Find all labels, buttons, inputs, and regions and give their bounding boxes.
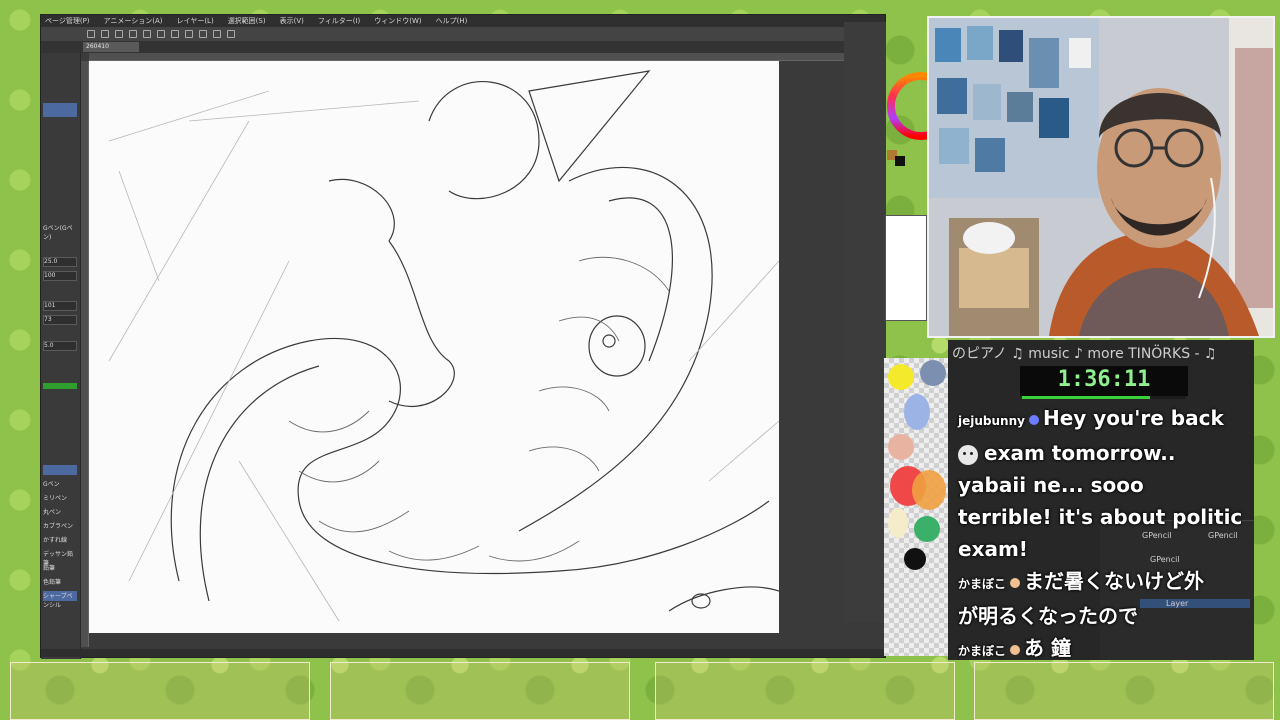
selected-subtool-group[interactable]: [43, 103, 77, 117]
transform-icon[interactable]: [185, 30, 193, 38]
color-slider[interactable]: [43, 383, 77, 389]
menu-bar: ページ管理(P) アニメーション(A) レイヤー(L) 選択範囲(S) 表示(V…: [41, 15, 885, 27]
chat-text: まだ暑くないけど外: [1024, 569, 1205, 593]
now-playing-ticker: のピアノ ♫ music ♪ more TINÖRKS - ♫: [952, 346, 1217, 362]
color-swatch[interactable]: [914, 516, 940, 542]
chat-text: が明るくなったので: [958, 604, 1138, 628]
chat-username: jejubunny: [958, 414, 1025, 428]
subtool-item[interactable]: 色鉛筆: [43, 577, 77, 587]
canvas-area[interactable]: [89, 61, 885, 651]
menu-animation[interactable]: アニメーション(A): [104, 16, 163, 26]
chat-text: yabaii ne... sooo: [958, 473, 1144, 497]
document-tabs: 260410: [41, 41, 885, 53]
chat-message: exam tomorrow..: [958, 437, 1254, 469]
subtool-item[interactable]: ミリペン: [43, 493, 77, 503]
stream-timer: 1:36:11: [1020, 366, 1188, 396]
chat-text: exam!: [958, 537, 1028, 561]
snap-icon[interactable]: [213, 30, 221, 38]
menu-window[interactable]: ウィンドウ(W): [374, 16, 421, 26]
brush-size-field[interactable]: 25.0: [43, 257, 77, 267]
color-swatch[interactable]: [904, 548, 926, 570]
chat-message: かまぼこ まだ暑くないけど外: [958, 565, 1254, 600]
color-swatch[interactable]: [920, 360, 946, 386]
chat-message: exam!: [958, 533, 1254, 565]
webcam-image: [929, 18, 1273, 336]
command-bar: [41, 27, 885, 41]
menu-layer[interactable]: レイヤー(L): [177, 16, 214, 26]
menu-filter[interactable]: フィルター(I): [318, 16, 360, 26]
vertical-ruler: [81, 61, 89, 647]
webcam-feed: [927, 16, 1275, 338]
brush-label: Gペン(Gペン): [43, 225, 73, 241]
subtool-item-selected[interactable]: シャープペンシル: [43, 591, 77, 609]
subtool-item[interactable]: デッサン鉛筆: [43, 549, 77, 567]
snap-special-icon[interactable]: [227, 30, 235, 38]
tool-property-panel: Gペン(Gペン) 25.0 100 5.0 101 73 Gペン ミリペン 丸ペ…: [41, 53, 81, 659]
timer-progress-fill: [1022, 396, 1150, 399]
chat-text: Hey you're back: [1042, 406, 1224, 430]
bottom-frame: [10, 662, 310, 720]
opacity-field[interactable]: 100: [43, 271, 77, 281]
stabilization-field[interactable]: 5.0: [43, 341, 77, 351]
chat-message: terrible! it's about politic: [958, 501, 1254, 533]
subtool-item[interactable]: 鉛筆: [43, 563, 77, 573]
user-badge-icon: [1010, 644, 1021, 655]
bottom-frame: [974, 662, 1274, 720]
user-badge-icon: [1028, 414, 1039, 425]
color-wheel-icon[interactable]: [885, 64, 929, 172]
chat-messages: jejubunny Hey you're back exam tomorrow..…: [958, 402, 1254, 667]
chat-username: かまぼこ: [958, 577, 1007, 591]
subtool-list-header: [43, 465, 77, 475]
ruler-icon[interactable]: [199, 30, 207, 38]
document-tab[interactable]: 260410: [83, 42, 139, 52]
density-field[interactable]: 101: [43, 301, 77, 311]
subtool-item[interactable]: 丸ペン: [43, 507, 77, 517]
color-swatch[interactable]: [888, 508, 908, 538]
chat-text: exam tomorrow..: [984, 441, 1176, 465]
bottom-frame: [330, 662, 630, 720]
smile-emote-icon: [958, 444, 978, 465]
menu-help[interactable]: ヘルプ(H): [436, 16, 468, 26]
navigator-preview[interactable]: [885, 215, 927, 321]
anti-alias-field[interactable]: 73: [43, 315, 77, 325]
new-icon[interactable]: [87, 30, 95, 38]
bottom-frame: [655, 662, 955, 720]
pencil-sketch: [108, 70, 780, 622]
drawing-canvas[interactable]: [89, 61, 780, 633]
subtool-item[interactable]: かすれ線: [43, 535, 77, 545]
chat-username: かまぼこ: [958, 644, 1007, 658]
status-bar: [41, 649, 885, 657]
stream-scene: ページ管理(P) アニメーション(A) レイヤー(L) 選択範囲(S) 表示(V…: [0, 0, 1280, 720]
menu-view[interactable]: 表示(V): [280, 16, 304, 26]
fill-icon[interactable]: [171, 30, 179, 38]
subtool-item[interactable]: Gペン: [43, 479, 77, 489]
user-badge-icon: [1010, 577, 1021, 588]
menu-page[interactable]: ページ管理(P): [45, 16, 90, 26]
chat-text: terrible! it's about politic: [958, 505, 1243, 529]
settings-icon[interactable]: [157, 30, 165, 38]
subtool-item[interactable]: カブラペン: [43, 521, 77, 531]
chat-message: jejubunny Hey you're back: [958, 402, 1254, 437]
color-swatch[interactable]: [904, 394, 930, 430]
clip-studio-window: ページ管理(P) アニメーション(A) レイヤー(L) 選択範囲(S) 表示(V…: [40, 14, 886, 659]
save-icon[interactable]: [115, 30, 123, 38]
redo-icon[interactable]: [143, 30, 151, 38]
chat-message: yabaii ne... sooo: [958, 469, 1254, 501]
chat-text: あ 鐘: [1024, 636, 1071, 660]
color-palette-panel: [884, 358, 948, 656]
color-swatch[interactable]: [912, 470, 946, 510]
right-dock-strip: [844, 22, 886, 622]
timer-progress-bar: [1022, 396, 1186, 399]
open-icon[interactable]: [101, 30, 109, 38]
menu-selection[interactable]: 選択範囲(S): [228, 16, 266, 26]
chat-message: が明るくなったので: [958, 600, 1254, 632]
undo-icon[interactable]: [129, 30, 137, 38]
color-swatch[interactable]: [888, 434, 914, 460]
color-swatch[interactable]: [888, 364, 914, 390]
horizontal-ruler: [89, 53, 885, 61]
